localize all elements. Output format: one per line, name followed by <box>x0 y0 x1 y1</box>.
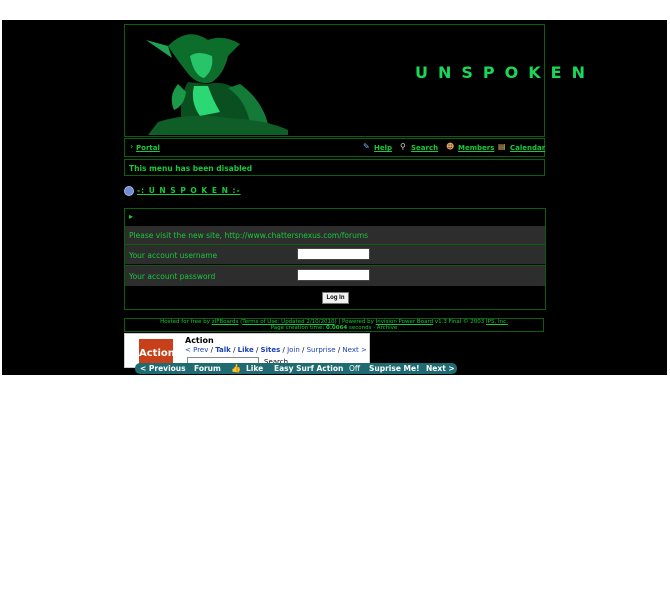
help-icon: ✎ <box>363 142 370 151</box>
footer: Hosted for free by zIFBoards (Terms of U… <box>124 318 544 332</box>
password-row: Your account password <box>125 265 545 286</box>
nav-bar: › Portal ✎ Help ⚲ Search ☻ Members ▤ Cal… <box>124 138 545 157</box>
footer-version: v1.3 Final © 2003 <box>434 319 485 325</box>
header-banner: UNSPOKEN <box>124 24 585 137</box>
elf-illustration <box>128 26 290 135</box>
search-icon: ⚲ <box>400 142 406 151</box>
nav-search-link[interactable]: Search <box>411 144 438 152</box>
nav-calendar-link[interactable]: Calendar <box>510 144 545 152</box>
ad-next-link[interactable]: Next > <box>342 346 366 354</box>
ad-prev-link[interactable]: < Prev <box>185 346 208 354</box>
surf-like-button[interactable]: Like <box>246 363 263 374</box>
surf-forum-button[interactable]: Forum <box>194 363 221 374</box>
nav-portal-link[interactable]: Portal <box>136 144 160 152</box>
footer-hosted: Hosted for free by <box>160 319 210 325</box>
login-header: ▸ <box>125 209 545 226</box>
username-input[interactable] <box>297 248 370 260</box>
bullet-icon: ▸ <box>129 212 134 221</box>
username-label: Your account username <box>129 251 218 260</box>
password-label: Your account password <box>129 272 216 281</box>
surf-toolbar: < Previous Forum 👍 Like Easy Surf Action… <box>135 363 457 374</box>
forum-icon <box>124 186 134 196</box>
footer-gen-time: 0.0064 <box>326 325 348 331</box>
username-row: Your account username <box>125 244 545 264</box>
breadcrumb: -: U N S P O K E N :- <box>124 186 241 196</box>
ad-title: Action <box>185 336 214 345</box>
ad-talk-link[interactable]: Talk <box>215 346 231 354</box>
surf-previous-button[interactable]: < Previous <box>140 363 186 374</box>
menu-disabled-text: This menu has been disabled <box>129 164 253 173</box>
footer-gen-suffix[interactable]: seconds · Archive <box>349 325 397 331</box>
nav-help-link[interactable]: Help <box>374 144 392 152</box>
site-title: UNSPOKEN <box>415 63 595 82</box>
notice-text: Please visit the new site, http://www.ch… <box>129 231 369 240</box>
ad-links: < Prev / Talk / Like / Sites / Join / Su… <box>185 346 367 354</box>
ad-like-link[interactable]: Like <box>238 346 254 354</box>
surf-surprise-button[interactable]: Suprise Me! <box>369 363 420 374</box>
footer-host-link[interactable]: zIFBoards <box>212 319 239 325</box>
ad-surprise-link[interactable]: Surprise <box>307 346 336 354</box>
thumbs-up-icon: 👍 <box>231 364 241 373</box>
password-input[interactable] <box>297 269 370 281</box>
menu-disabled-notice: This menu has been disabled <box>124 159 545 176</box>
nav-members-link[interactable]: Members <box>458 144 494 152</box>
surf-next-button[interactable]: Next > <box>426 363 455 374</box>
ad-join-link[interactable]: Join <box>287 346 300 354</box>
footer-ips-link[interactable]: IPS, Inc. <box>486 319 508 325</box>
members-icon: ☻ <box>446 142 455 151</box>
login-form: ▸ Please visit the new site, http://www.… <box>124 208 546 310</box>
notice-row: Please visit the new site, http://www.ch… <box>125 226 545 244</box>
calendar-icon: ▤ <box>498 142 506 151</box>
surf-off-toggle[interactable]: Off <box>349 363 360 374</box>
surf-easy-surf-label: Easy Surf Action <box>274 364 344 373</box>
login-button[interactable]: Log In <box>322 292 349 304</box>
breadcrumb-forum-link[interactable]: -: U N S P O K E N :- <box>137 186 241 195</box>
ad-sites-link[interactable]: Sites <box>261 346 281 354</box>
footer-gen-prefix: Page creation time: <box>270 325 325 331</box>
